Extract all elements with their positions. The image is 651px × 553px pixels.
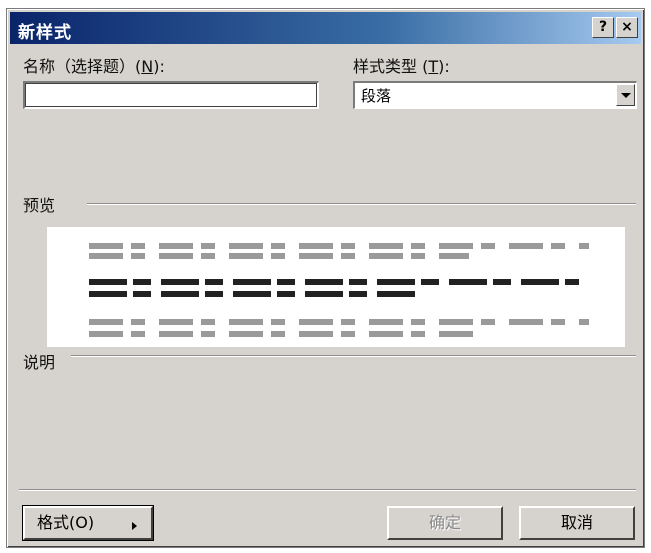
preview-next-paragraph-line [89,319,589,325]
dropdown-arrow-icon[interactable] [616,84,635,106]
style-type-label: 样式类型 (T): [353,53,450,77]
ok-button[interactable]: 确定 [387,506,503,540]
cancel-button[interactable]: 取消 [519,506,635,540]
submenu-arrow-icon [132,522,137,530]
preview-previous-paragraph-line [89,253,469,259]
style-type-label-text: 样式类型 ( [353,57,429,76]
style-type-select[interactable]: 段落 [353,81,637,109]
new-style-dialog: 新样式 ? × 名称（选择题）(N): 样式类型 (T): 段落 预览 说明 格… [6,8,645,548]
style-type-accel-key: T [428,57,439,76]
name-label-end: ): [153,57,165,76]
style-type-label-end: ): [438,57,450,76]
preview-current-paragraph-line [89,291,419,297]
style-type-value: 段落 [361,87,392,105]
format-button-label: 格式(O) [37,513,95,532]
cancel-button-label: 取消 [560,513,593,532]
name-label-text: 名称（选择题）( [23,57,142,76]
format-button[interactable]: 格式(O) [22,505,154,541]
preview-pane [47,227,625,347]
preview-group-line [87,203,636,205]
title-bar[interactable]: 新样式 ? × [10,12,641,44]
preview-previous-paragraph-line [89,243,589,249]
description-label: 说明 [23,353,56,372]
ok-button-label: 确定 [428,513,461,532]
preview-next-paragraph-line [89,331,479,337]
close-button[interactable]: × [616,17,638,38]
description-group-line [71,355,636,357]
preview-current-paragraph-line [89,279,579,285]
help-button[interactable]: ? [592,17,614,38]
name-input[interactable] [23,81,319,109]
dialog-title: 新样式 [18,23,72,43]
preview-label: 预览 [23,196,56,215]
name-field-label: 名称（选择题）(N): [23,53,165,77]
bottom-separator [19,489,636,491]
name-accel-key: N [141,57,154,76]
